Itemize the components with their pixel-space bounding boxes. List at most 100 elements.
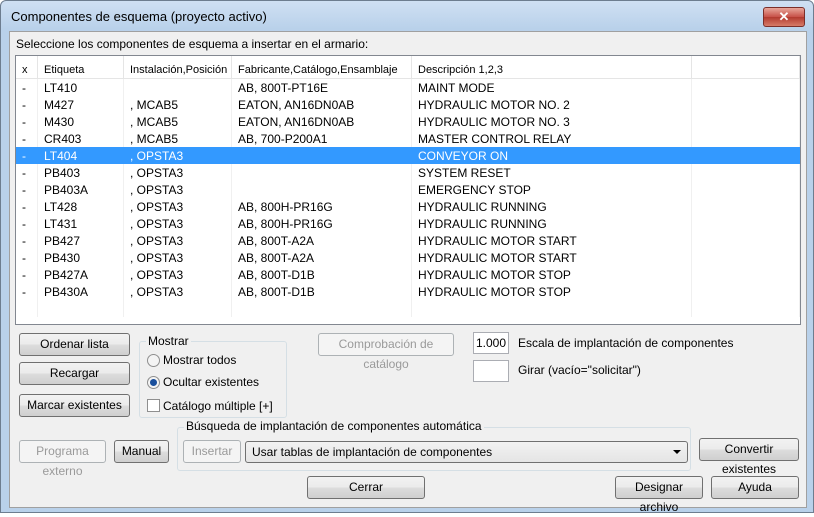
reload-button[interactable]: Recargar	[19, 362, 130, 385]
row-tag: PB430	[38, 249, 124, 266]
rotate-input[interactable]	[473, 360, 509, 382]
column-header-catalog[interactable]: Fabricante,Catálogo,Ensamblaje	[232, 56, 412, 78]
row-catalog: AB, 800T-D1B	[232, 283, 412, 300]
column-header-description[interactable]: Descripción 1,2,3	[412, 56, 692, 78]
row-tag: LT431	[38, 215, 124, 232]
table-row[interactable]: - LT431, OPSTA3 AB, 800H-PR16G HYDRAULIC RU…	[16, 215, 800, 232]
scale-input[interactable]: 1.000	[473, 332, 509, 354]
row-catalog: EATON, AN16DN0AB	[232, 113, 412, 130]
hide-existing-label[interactable]: Ocultar existentes	[163, 375, 259, 389]
window-title: Componentes de esquema (proyecto activo)	[11, 9, 267, 24]
multi-catalog-label[interactable]: Catálogo múltiple [+]	[163, 399, 273, 413]
title-bar[interactable]: Componentes de esquema (proyecto activo)…	[1, 1, 813, 31]
row-description: HYDRAULIC MOTOR START	[412, 249, 692, 266]
row-mark: -	[16, 130, 38, 147]
row-catalog: AB, 800T-D1B	[232, 266, 412, 283]
hide-existing-radio[interactable]	[147, 376, 160, 389]
show-all-radio[interactable]	[147, 354, 160, 367]
scale-label: Escala de implantación de componentes	[518, 336, 734, 350]
row-location: , OPSTA3	[124, 249, 232, 266]
row-mark: -	[16, 249, 38, 266]
row-mark: -	[16, 164, 38, 181]
row-location: , OPSTA3	[124, 181, 232, 198]
sort-list-button[interactable]: Ordenar lista	[19, 333, 130, 356]
row-mark: -	[16, 283, 38, 300]
column-header-extra[interactable]	[692, 56, 800, 78]
help-button[interactable]: Ayuda	[711, 476, 799, 499]
row-mark: -	[16, 215, 38, 232]
placement-method-value: Usar tablas de implantación de component…	[252, 445, 493, 459]
row-location: , OPSTA3	[124, 164, 232, 181]
row-extra	[692, 283, 800, 300]
row-extra	[692, 130, 800, 147]
row-location: , OPSTA3	[124, 266, 232, 283]
convert-existing-button[interactable]: Convertir existentes	[699, 438, 799, 476]
table-row[interactable]	[16, 300, 800, 317]
row-extra	[692, 300, 800, 317]
row-description: EMERGENCY STOP	[412, 181, 692, 198]
table-row[interactable]: - PB403A, OPSTA3 EMERGENCY STOP	[16, 181, 800, 198]
multi-catalog-checkbox[interactable]	[147, 399, 160, 412]
placement-method-combo[interactable]: Usar tablas de implantación de component…	[245, 441, 688, 463]
insert-button[interactable]: Insertar	[183, 440, 241, 463]
row-extra	[692, 96, 800, 113]
table-row[interactable]: - LT404, OPSTA3 CONVEYOR ON	[16, 147, 800, 164]
row-location: , OPSTA3	[124, 232, 232, 249]
catalog-check-button[interactable]: Comprobación de catálogo	[318, 333, 454, 371]
table-row[interactable]: - LT410 AB, 800T-PT16E MAINT MODE	[16, 79, 800, 96]
row-catalog: AB, 800T-A2A	[232, 232, 412, 249]
column-header-tag[interactable]: Etiqueta	[38, 56, 124, 78]
table-row[interactable]: - CR403, MCAB5 AB, 700-P200A1 MASTER CONTRO…	[16, 130, 800, 147]
row-extra	[692, 164, 800, 181]
table-row[interactable]: - M427, MCAB5 EATON, AN16DN0AB HYDRAULIC MO…	[16, 96, 800, 113]
row-extra	[692, 113, 800, 130]
row-tag: LT404	[38, 147, 124, 164]
row-tag: LT428	[38, 198, 124, 215]
external-program-button[interactable]: Programa externo	[19, 440, 106, 478]
designate-file-button[interactable]: Designar archivo	[615, 476, 703, 514]
row-location: , MCAB5	[124, 96, 232, 113]
rotate-label: Girar (vacío="solicitar")	[518, 363, 641, 377]
row-mark: -	[16, 198, 38, 215]
row-tag: M430	[38, 113, 124, 130]
row-tag: LT410	[38, 79, 124, 96]
manual-button[interactable]: Manual	[114, 440, 169, 463]
column-header-x[interactable]: x	[16, 56, 38, 78]
row-extra	[692, 215, 800, 232]
mark-existing-button[interactable]: Marcar existentes	[19, 394, 130, 417]
show-all-label[interactable]: Mostrar todos	[163, 353, 236, 367]
table-row[interactable]: - LT428, OPSTA3 AB, 800H-PR16G HYDRAULIC RU…	[16, 198, 800, 215]
row-tag: PB427	[38, 232, 124, 249]
row-tag: M427	[38, 96, 124, 113]
row-tag: CR403	[38, 130, 124, 147]
table-row[interactable]: - PB430A, OPSTA3 AB, 800T-D1B HYDRAULIC MOT…	[16, 283, 800, 300]
table-row[interactable]: - PB427, OPSTA3 AB, 800T-A2A HYDRAULIC MOTO…	[16, 232, 800, 249]
row-mark	[16, 300, 38, 317]
row-extra	[692, 79, 800, 96]
row-tag	[38, 300, 124, 317]
row-location: , MCAB5	[124, 130, 232, 147]
row-mark: -	[16, 96, 38, 113]
row-location: , OPSTA3	[124, 215, 232, 232]
row-description: HYDRAULIC MOTOR NO. 3	[412, 113, 692, 130]
table-row[interactable]: - M430, MCAB5 EATON, AN16DN0AB HYDRAULIC MO…	[16, 113, 800, 130]
close-window-button[interactable]: ✕	[763, 7, 805, 27]
row-description: HYDRAULIC RUNNING	[412, 198, 692, 215]
table-row[interactable]: - PB403, OPSTA3 SYSTEM RESET	[16, 164, 800, 181]
row-description: SYSTEM RESET	[412, 164, 692, 181]
row-description	[412, 300, 692, 317]
row-location: , OPSTA3	[124, 198, 232, 215]
row-extra	[692, 198, 800, 215]
row-mark: -	[16, 266, 38, 283]
row-catalog: AB, 800T-A2A	[232, 249, 412, 266]
row-mark: -	[16, 113, 38, 130]
column-header-location[interactable]: Instalación,Posición	[124, 56, 232, 78]
row-extra	[692, 181, 800, 198]
table-row[interactable]: - PB430, OPSTA3 AB, 800T-A2A HYDRAULIC MOTO…	[16, 249, 800, 266]
row-tag: PB403	[38, 164, 124, 181]
component-list[interactable]: x Etiqueta Instalación,Posición Fabrican…	[15, 55, 801, 325]
row-extra	[692, 232, 800, 249]
table-row[interactable]: - PB427A, OPSTA3 AB, 800T-D1B HYDRAULIC MOT…	[16, 266, 800, 283]
close-button[interactable]: Cerrar	[307, 476, 425, 499]
row-description: HYDRAULIC MOTOR STOP	[412, 266, 692, 283]
